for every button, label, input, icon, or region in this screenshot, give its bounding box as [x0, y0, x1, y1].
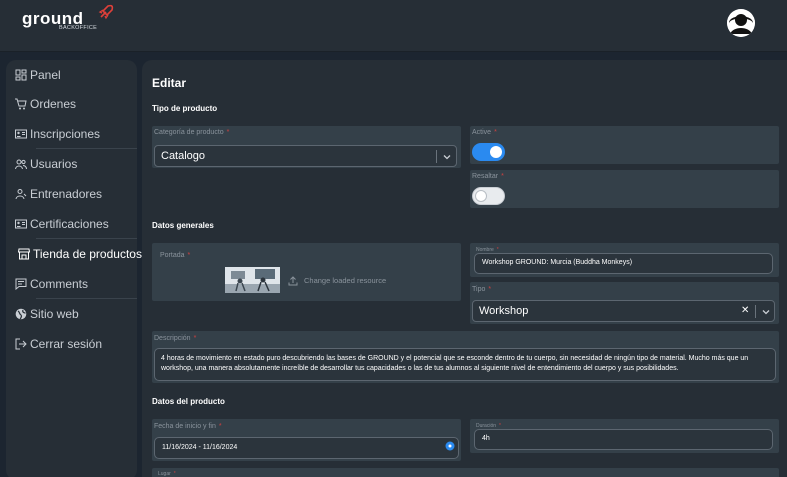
toggle-knob [475, 190, 487, 202]
store-icon [18, 248, 30, 260]
descripcion-textarea[interactable]: 4 horas de movimiento en estado puro des… [154, 348, 776, 381]
fecha-input[interactable]: 11/16/2024 - 11/16/2024 [154, 437, 459, 459]
resaltar-field-group: Resaltar * [470, 170, 779, 208]
resaltar-label: Resaltar * [472, 173, 504, 180]
users-icon [15, 159, 27, 170]
duracion-value: 4h [482, 435, 490, 442]
required-mark: * [218, 423, 222, 430]
user-avatar[interactable] [727, 9, 755, 37]
required-mark: * [173, 471, 176, 477]
clear-icon[interactable]: ✕ [741, 305, 749, 316]
sidebar-item-label: Tienda de productos [33, 247, 142, 261]
top-bar: ground BACKOFFICE [0, 0, 787, 52]
section-title-tipo-producto: Tipo de producto [152, 104, 218, 113]
required-mark: * [187, 252, 191, 259]
sidebar-divider [36, 148, 137, 149]
descripcion-field-group: Descripción * 4 horas de movimiento en es… [152, 331, 779, 383]
select-divider [436, 150, 437, 163]
cart-icon [15, 98, 27, 110]
nombre-field-group: Nombre * Workshop GROUND: Murcia (Buddha … [470, 243, 779, 277]
tipo-select[interactable]: Workshop ✕ [472, 300, 775, 322]
active-field-group: Active * [470, 126, 779, 164]
sidebar-item-usuarios[interactable]: Usuarios [6, 150, 137, 178]
lugar-field-group: Lugar * [152, 468, 779, 477]
sidebar-item-label: Panel [30, 68, 61, 82]
sidebar-divider [36, 298, 137, 299]
tipo-field-group: Tipo * Workshop ✕ [470, 282, 779, 324]
sidebar-item-label: Certificaciones [30, 217, 109, 231]
sidebar-item-ordenes[interactable]: Ordenes [6, 90, 137, 118]
sidebar-item-certificaciones[interactable]: Certificaciones [6, 210, 137, 238]
sidebar-item-label: Inscripciones [30, 127, 101, 141]
fecha-label: Fecha de inicio y fin * [154, 423, 222, 430]
brand-logo[interactable]: ground BACKOFFICE [22, 4, 122, 36]
sidebar-divider [36, 238, 137, 239]
nombre-input[interactable]: Workshop GROUND: Murcia (Buddha Monkeys) [474, 253, 773, 274]
comment-icon [15, 278, 27, 290]
duracion-field-group: Duración * 4h [470, 419, 779, 453]
logo-subtitle: BACKOFFICE [59, 25, 98, 31]
descripcion-label: Descripción * [154, 335, 197, 342]
main-content: Editar Tipo de producto Categoría de pro… [142, 60, 787, 477]
sidebar-item-label: Ordenes [30, 97, 77, 111]
sidebar-item-label: Entrenadores [30, 187, 103, 201]
portada-label: Portada * [160, 252, 191, 259]
sidebar: Panel Ordenes Inscripciones Usuarios Ent… [6, 60, 142, 477]
sidebar-item-inscripciones[interactable]: Inscripciones [6, 120, 137, 148]
certificate-icon [15, 219, 27, 229]
thumbnail-image [225, 267, 280, 293]
fecha-value: 11/16/2024 - 11/16/2024 [162, 444, 238, 451]
duracion-input[interactable]: 4h [474, 429, 773, 450]
nombre-value: Workshop GROUND: Murcia (Buddha Monkeys) [482, 259, 633, 266]
tipo-value: Workshop [479, 305, 529, 317]
toggle-knob [490, 146, 502, 158]
sidebar-item-label: Sitio web [30, 307, 79, 321]
portada-thumbnail[interactable] [225, 267, 280, 293]
dashboard-icon [15, 69, 27, 81]
portada-field-group: Portada * Change loaded resource [152, 243, 461, 301]
categoria-field-group: Categoría de producto * Catalogo [152, 126, 461, 168]
sidebar-item-cerrar-sesion[interactable]: Cerrar sesión [6, 330, 137, 358]
active-toggle[interactable] [472, 143, 505, 161]
globe-icon [15, 308, 27, 320]
sidebar-item-sitio-web[interactable]: Sitio web [6, 300, 137, 328]
required-mark: * [488, 286, 492, 293]
sidebar-item-comments[interactable]: Comments [6, 270, 137, 298]
required-mark: * [193, 335, 197, 342]
categoria-value: Catalogo [161, 150, 206, 162]
chevron-down-icon[interactable] [761, 307, 771, 317]
lugar-label: Lugar * [158, 471, 176, 477]
user-avatar-icon [727, 9, 755, 37]
select-divider [755, 305, 756, 318]
rocket-icon [98, 4, 114, 20]
trainer-icon [15, 189, 27, 200]
section-title-datos-generales: Datos generales [152, 221, 214, 230]
resaltar-toggle[interactable] [472, 187, 505, 205]
required-mark: * [494, 129, 497, 136]
sidebar-item-entrenadores[interactable]: Entrenadores [6, 180, 137, 208]
required-mark: * [226, 129, 230, 136]
sidebar-item-panel[interactable]: Panel [6, 61, 137, 89]
calendar-dot-icon[interactable] [445, 441, 455, 451]
page-title: Editar [152, 76, 187, 90]
active-label: Active * [472, 129, 497, 136]
upload-icon[interactable] [288, 276, 298, 286]
categoria-select[interactable]: Catalogo [154, 145, 457, 167]
sidebar-item-label: Cerrar sesión [30, 337, 103, 351]
sidebar-item-tienda[interactable]: Tienda de productos [6, 240, 142, 268]
sidebar-item-label: Usuarios [30, 157, 78, 171]
id-card-icon [15, 129, 27, 139]
categoria-label: Categoría de producto * [154, 129, 230, 136]
chevron-down-icon[interactable] [442, 152, 452, 162]
tipo-label: Tipo * [472, 286, 492, 293]
sidebar-item-label: Comments [30, 277, 89, 291]
logout-icon [15, 338, 27, 350]
required-mark: * [501, 173, 504, 180]
change-resource-link[interactable]: Change loaded resource [304, 276, 386, 285]
fecha-field-group: Fecha de inicio y fin * 11/16/2024 - 11/1… [152, 419, 461, 461]
section-title-datos-producto: Datos del producto [152, 397, 225, 406]
